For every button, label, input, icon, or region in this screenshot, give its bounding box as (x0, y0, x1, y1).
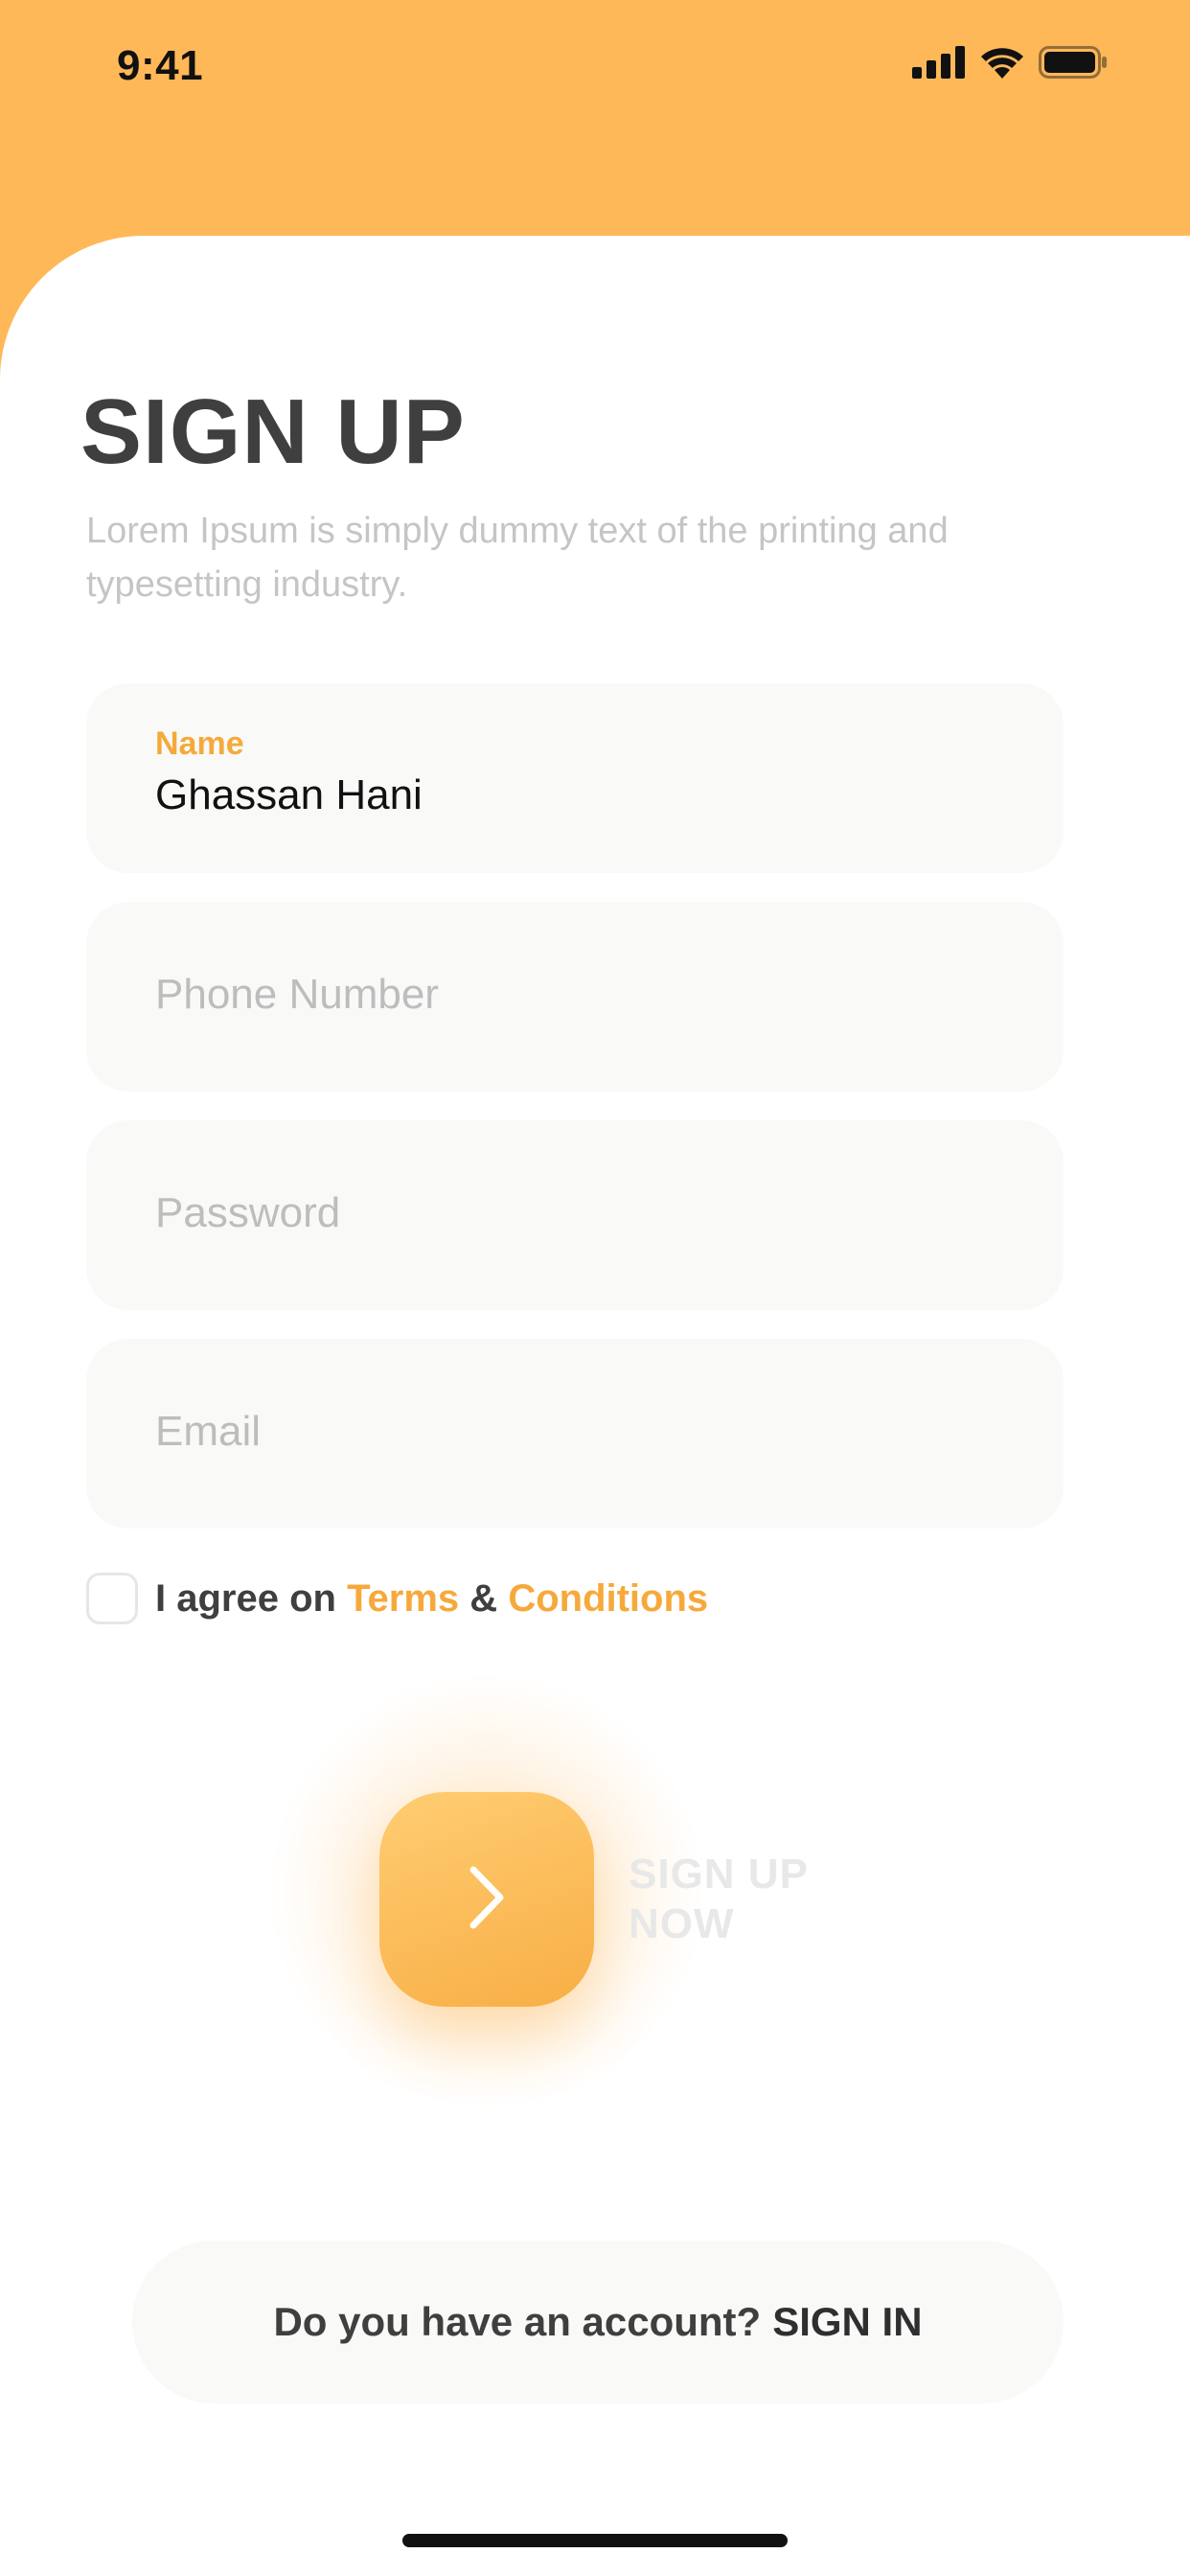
page-subtitle: Lorem Ipsum is simply dummy text of the … (86, 511, 949, 605)
sign-in-question: Do you have an account? (273, 2299, 762, 2344)
status-icons (912, 46, 1108, 83)
conditions-link[interactable]: Conditions (508, 1577, 708, 1620)
sign-up-now-line1: SIGN UP (629, 1851, 809, 1898)
email-field[interactable]: Email (86, 1339, 1064, 1529)
status-time: 9:41 (117, 42, 204, 89)
chevron-right-icon (464, 1864, 510, 1936)
name-field[interactable]: Name Ghassan Hani (86, 683, 1064, 873)
phone-number-placeholder: Phone Number (155, 971, 439, 1018)
phone-number-field[interactable]: Phone Number (86, 902, 1064, 1092)
home-indicator (402, 2534, 788, 2547)
agree-terms-row: I agree on Terms & Conditions (86, 1573, 708, 1624)
signup-screen: 9:41 SIGN UP Lorem Ipsum is simply dummy… (0, 0, 1190, 2576)
email-placeholder: Email (155, 1408, 262, 1455)
sign-up-button[interactable] (379, 1792, 594, 2007)
page-title: SIGN UP (80, 380, 466, 483)
agree-ampersand: & (469, 1576, 498, 1620)
agree-prefix: I agree on (155, 1576, 336, 1620)
sign-in-link[interactable]: SIGN IN (772, 2299, 922, 2345)
sheet-corner (0, 236, 287, 523)
battery-icon (1039, 46, 1108, 83)
password-field[interactable]: Password (86, 1120, 1064, 1310)
name-field-value[interactable]: Ghassan Hani (155, 771, 423, 819)
terms-link[interactable]: Terms (347, 1577, 459, 1620)
password-placeholder: Password (155, 1189, 341, 1236)
sign-in-prompt[interactable]: Do you have an account? SIGN IN (132, 2241, 1064, 2404)
name-field-label: Name (155, 725, 244, 762)
agree-text: I agree on Terms & Conditions (155, 1577, 708, 1621)
status-bar: 9:41 (0, 0, 1190, 134)
signal-icon (912, 46, 966, 83)
sign-up-now-label: SIGN UP NOW (629, 1850, 878, 1949)
agree-checkbox[interactable] (86, 1573, 138, 1624)
wifi-icon (979, 46, 1025, 83)
sign-up-now-line2: NOW (629, 1900, 735, 1947)
